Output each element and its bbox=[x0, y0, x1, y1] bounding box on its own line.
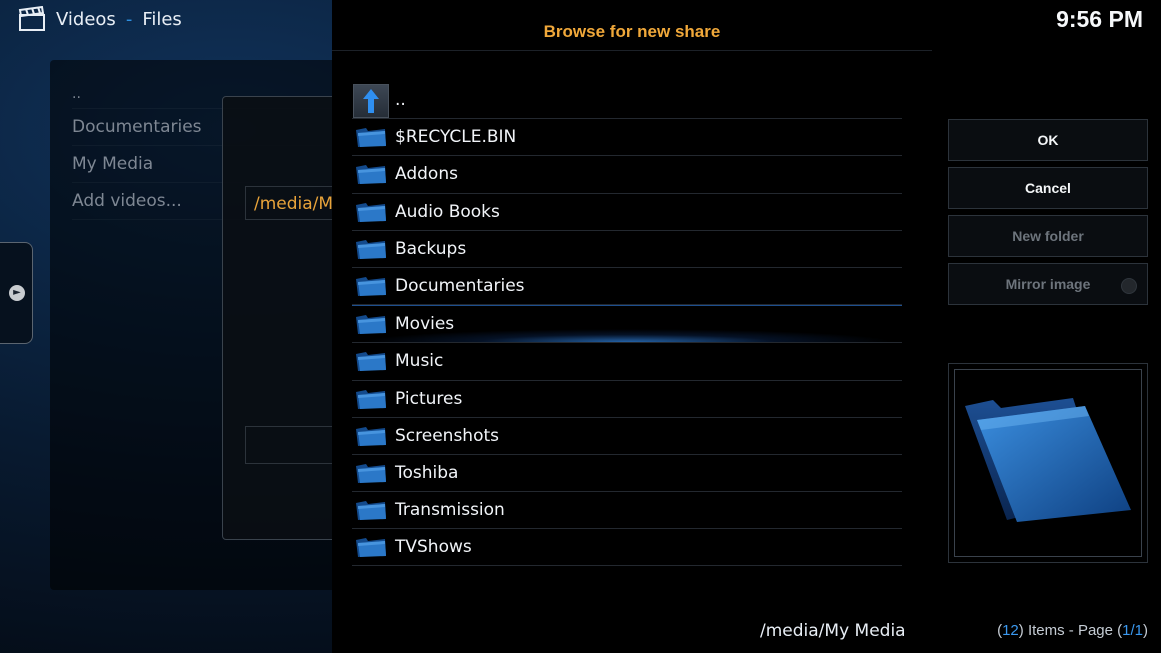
toggle-indicator bbox=[1121, 278, 1137, 294]
list-item-folder[interactable]: Music bbox=[352, 343, 902, 381]
side-menu-tab[interactable]: ► bbox=[0, 242, 33, 344]
list-item-folder[interactable]: TVShows bbox=[352, 529, 902, 567]
ok-button[interactable]: OK bbox=[948, 119, 1148, 161]
folder-icon bbox=[356, 538, 386, 558]
header-section: Videos bbox=[56, 8, 116, 30]
folder-label: Music bbox=[395, 351, 444, 372]
items-count: 12 bbox=[1002, 622, 1019, 639]
folder-icon bbox=[356, 426, 386, 446]
folder-label: .. bbox=[395, 90, 406, 110]
dialog-title: Browse for new share bbox=[543, 22, 721, 41]
folder-thumbnail bbox=[948, 363, 1148, 563]
folder-label: Addons bbox=[395, 164, 458, 185]
header-separator: - bbox=[125, 8, 133, 30]
items-paren-close: ) bbox=[1143, 622, 1148, 639]
folder-label: Pictures bbox=[395, 388, 463, 409]
clapperboard-icon bbox=[18, 6, 45, 31]
list-item-folder[interactable]: Audio Books bbox=[352, 194, 902, 231]
folder-label: Transmission bbox=[395, 500, 505, 521]
folder-icon bbox=[356, 352, 386, 372]
chevron-right-icon: ► bbox=[9, 285, 25, 301]
items-page-info: (12) Items - Page (1/1) bbox=[997, 622, 1148, 639]
folder-icon bbox=[356, 128, 386, 148]
folder-icon bbox=[356, 276, 386, 296]
folder-icon bbox=[356, 315, 386, 335]
folder-label: Toshiba bbox=[395, 462, 459, 483]
folder-icon bbox=[356, 463, 386, 483]
list-item-folder[interactable]: Backups bbox=[352, 231, 902, 268]
list-item-folder[interactable]: Transmission bbox=[352, 492, 902, 530]
arrow-up-icon bbox=[353, 84, 389, 118]
folder-label: Documentaries bbox=[395, 275, 525, 296]
list-item-folder[interactable]: Movies bbox=[352, 305, 902, 344]
folder-label: Movies bbox=[395, 314, 455, 335]
folder-icon bbox=[356, 501, 386, 521]
folder-list: .. $RECYCLE.BIN Addons Audio Books Backups D… bbox=[352, 82, 902, 567]
header-subsection: Files bbox=[142, 8, 182, 30]
mirror-image-label: Mirror image bbox=[1005, 276, 1091, 292]
title-divider bbox=[332, 50, 932, 51]
list-item-folder[interactable]: Toshiba bbox=[352, 455, 902, 493]
folder-icon bbox=[356, 202, 386, 222]
list-item-folder[interactable]: $RECYCLE.BIN bbox=[352, 119, 902, 157]
current-path: /media/My Media bbox=[760, 621, 906, 641]
new-folder-button[interactable]: New folder bbox=[948, 215, 1148, 257]
clock: 9:56 PM bbox=[1056, 6, 1143, 32]
folder-label: Screenshots bbox=[395, 425, 500, 446]
folder-label: $RECYCLE.BIN bbox=[395, 127, 517, 148]
cancel-button[interactable]: Cancel bbox=[948, 167, 1148, 209]
folder-icon bbox=[356, 389, 386, 409]
list-item-parent-folder[interactable]: .. bbox=[352, 82, 902, 120]
folder-icon bbox=[356, 165, 386, 185]
window-header: Videos - Files bbox=[18, 6, 182, 32]
list-item-folder[interactable]: Pictures bbox=[352, 381, 902, 418]
folder-label: TVShows bbox=[395, 537, 472, 558]
items-mid-text: ) Items - Page ( bbox=[1018, 622, 1123, 639]
list-item-folder[interactable]: Documentaries bbox=[352, 268, 902, 306]
folder-label: Backups bbox=[395, 238, 467, 259]
folder-icon bbox=[356, 239, 386, 259]
large-folder-icon bbox=[965, 398, 1131, 522]
page-number: 1/1 bbox=[1122, 622, 1143, 639]
folder-label: Audio Books bbox=[395, 201, 500, 222]
list-item-folder[interactable]: Addons bbox=[352, 156, 902, 194]
mirror-image-toggle[interactable]: Mirror image bbox=[948, 263, 1148, 305]
list-item-folder[interactable]: Screenshots bbox=[352, 418, 902, 455]
